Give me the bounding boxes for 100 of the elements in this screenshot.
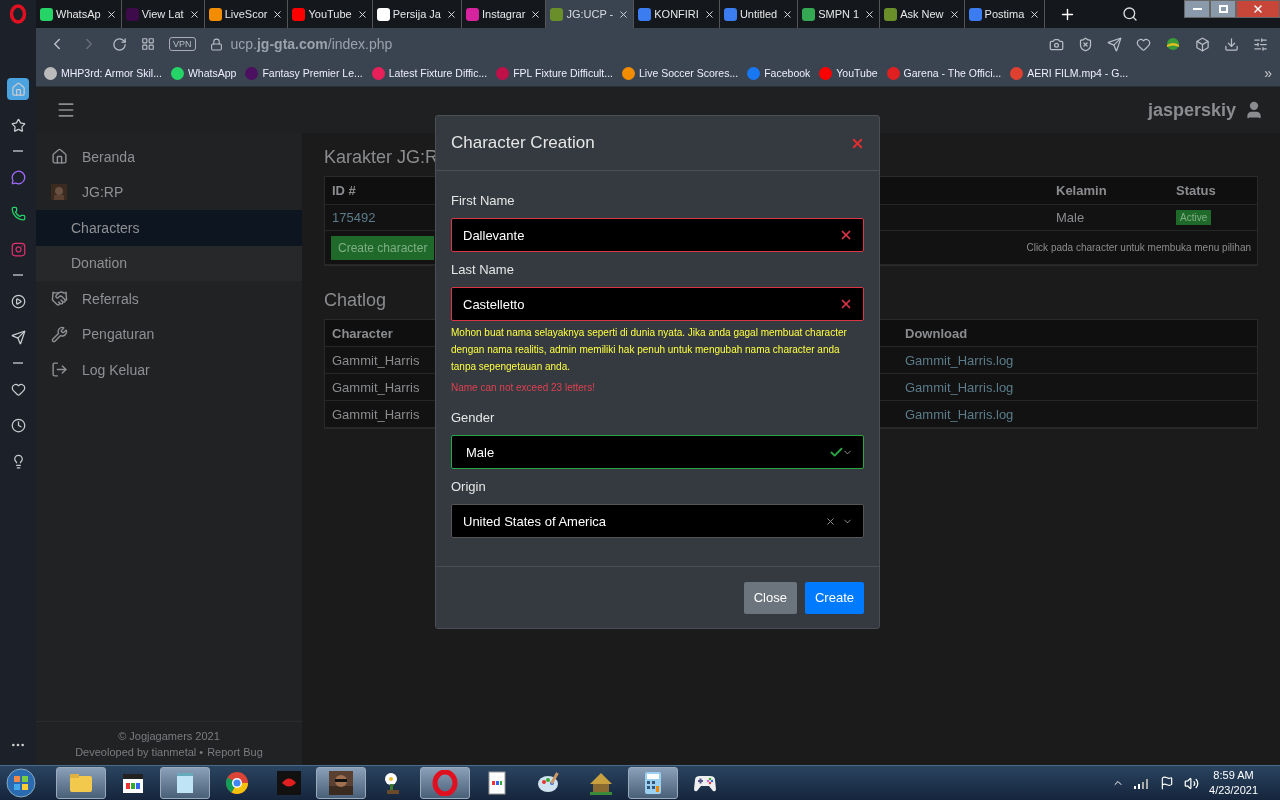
taskbar-app[interactable] [628, 767, 678, 799]
home-icon [50, 148, 68, 166]
garena-icon [276, 770, 302, 796]
close-icon[interactable] [703, 8, 715, 20]
close-button[interactable] [1236, 0, 1280, 18]
field-label: First Name [451, 193, 515, 208]
close-icon[interactable] [530, 8, 542, 20]
nav-subitem[interactable]: Donation [36, 245, 302, 281]
table-cell-text: Male [1055, 210, 1086, 225]
heart-icon[interactable] [1136, 36, 1151, 52]
nav-item[interactable]: Pengaturan [36, 316, 302, 352]
error-icon [839, 297, 853, 311]
status-badge: Active [1176, 210, 1212, 225]
field-label: Gender [451, 410, 495, 425]
close-icon[interactable] [618, 8, 630, 20]
taskbar-app[interactable] [316, 767, 366, 799]
close-button[interactable]: Close [743, 581, 797, 614]
table-cell-text: Gammit_Harris [331, 352, 421, 368]
hint-text: Click pada character untuk membuka menu pilihan [1026, 242, 1252, 253]
column-header: ID # [331, 183, 357, 198]
minimize-button[interactable] [1184, 0, 1210, 18]
download-link[interactable]: Gammit_Harris.log [898, 379, 1021, 395]
browser-tab[interactable]: JG:UCP - [546, 0, 635, 28]
field-label: Last Name [451, 262, 514, 277]
more-bookmarks-button[interactable]: » [1264, 65, 1272, 81]
field-label: Origin [451, 479, 486, 494]
close-icon[interactable] [1029, 8, 1041, 20]
send-icon[interactable] [1107, 36, 1122, 52]
bookmark[interactable]: AERI FILM.mp4 - G... [1010, 66, 1129, 80]
avatar-icon [51, 184, 67, 201]
bookmark[interactable]: Fantasy Premier Le... [245, 66, 363, 80]
bookmark[interactable]: Facebook [747, 66, 811, 80]
home-icon [10, 81, 26, 97]
bookmark[interactable]: MHP3rd: Armor Skil... [44, 66, 162, 80]
clock[interactable]: 8:59 AM 4/23/2021 [1209, 768, 1258, 798]
nav-subitem[interactable]: Characters [36, 210, 302, 246]
lock-icon [209, 37, 223, 51]
heart-icon [10, 381, 26, 397]
flag-icon[interactable] [1160, 776, 1175, 790]
warning-message: Mohon buat nama selayaknya seperti di dunia nyata. Jika anda gagal membuat character dengan nama realitis, admin memiliki hak penuh untuk mengubah nama character anda tanpa sepengetauan anda. [451, 326, 848, 374]
nav-item[interactable]: Log Keluar [36, 352, 302, 388]
input-field[interactable]: Castelletto [451, 287, 864, 321]
bookmark[interactable]: Latest Fixture Diffic... [371, 66, 488, 80]
user-name[interactable]: jasperskiy [1147, 99, 1236, 121]
report-bug-link[interactable]: Report Bug [207, 745, 263, 758]
select-field[interactable]: Male [451, 435, 864, 469]
reload-icon[interactable] [112, 36, 127, 52]
select-field[interactable]: United States of America [451, 504, 864, 538]
cube-icon[interactable] [1195, 36, 1210, 52]
clear-icon[interactable] [825, 515, 836, 527]
credit-text: Deveoloped by tianmetal • [75, 745, 204, 758]
wrench-icon [50, 325, 68, 343]
start-button[interactable] [4, 767, 38, 799]
maximize-button[interactable] [1210, 0, 1236, 18]
user-icon[interactable] [1244, 100, 1264, 120]
download-link[interactable]: Gammit_Harris.log [898, 406, 1021, 422]
input-field[interactable]: Dallevante [451, 218, 864, 252]
nav-item[interactable]: Beranda [36, 139, 302, 175]
chrome-icon [224, 770, 250, 796]
bookmark[interactable]: FPL Fixture Difficult... [496, 66, 613, 80]
bookmark[interactable]: Live Soccer Scores... [622, 66, 739, 80]
close-icon[interactable] [188, 8, 200, 20]
address-field[interactable]: ucp.jg-gta.com/index.php [230, 36, 393, 52]
download-link[interactable]: Gammit_Harris.log [898, 352, 1021, 368]
download-icon[interactable] [1224, 36, 1239, 52]
bookmark[interactable]: Garena - The Offici... [886, 66, 1002, 80]
bookmark[interactable]: YouTube [819, 66, 878, 80]
search-icon[interactable] [1122, 6, 1139, 22]
nav-item[interactable]: JG:RP [36, 174, 302, 210]
create-button[interactable]: Create [804, 581, 864, 614]
signal-icon[interactable] [1134, 777, 1151, 789]
settings-icon[interactable] [1253, 36, 1268, 52]
vpn-badge[interactable]: VPN [169, 37, 196, 51]
close-icon[interactable] [948, 8, 960, 20]
table-cell[interactable]: 175492 [325, 210, 383, 225]
opera-logo[interactable] [9, 4, 27, 24]
menu-icon[interactable] [56, 100, 76, 120]
bookmark[interactable]: WhatsApp [170, 66, 237, 80]
column-header: Status [1175, 183, 1217, 198]
close-icon[interactable] [272, 8, 284, 20]
close-icon[interactable] [782, 8, 794, 20]
clock-icon [10, 417, 26, 433]
close-icon [1252, 3, 1264, 15]
shield-icon[interactable] [1078, 36, 1093, 52]
close-icon[interactable] [105, 8, 117, 20]
send-icon [10, 329, 26, 345]
close-icon[interactable] [864, 8, 876, 20]
phone-icon [10, 205, 26, 221]
globe-icon[interactable] [1165, 36, 1181, 52]
grid-icon[interactable] [141, 37, 155, 51]
logout-icon [50, 361, 68, 379]
camera-icon [10, 241, 26, 257]
close-icon[interactable] [445, 8, 457, 20]
close-icon[interactable] [356, 8, 368, 20]
error-icon [839, 228, 853, 242]
sidebar-button[interactable] [7, 78, 29, 100]
column-header: Download [904, 325, 969, 341]
volume-icon[interactable] [1184, 775, 1200, 791]
camera-icon[interactable] [1049, 36, 1064, 52]
nav-item[interactable]: Referrals [36, 281, 302, 317]
